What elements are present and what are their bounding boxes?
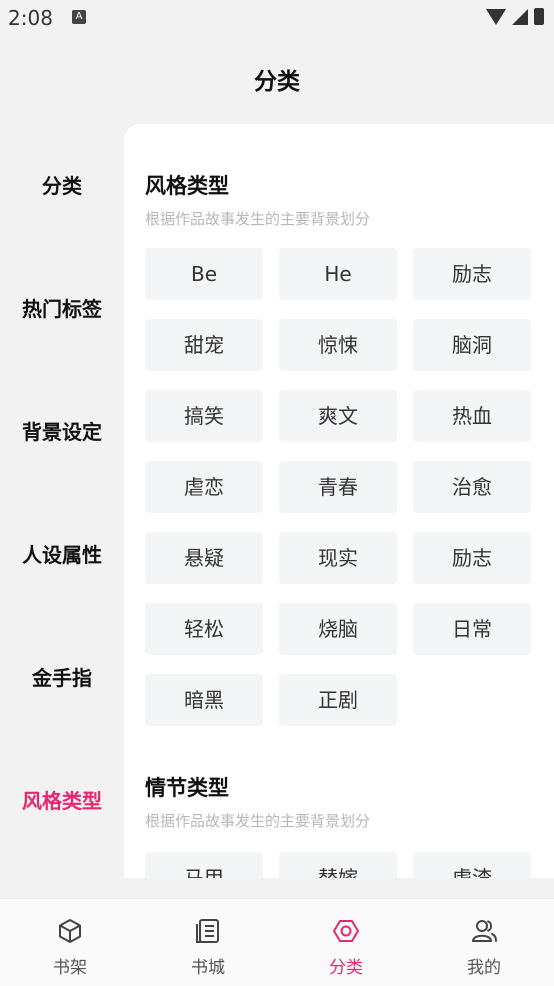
nav-label: 我的	[467, 958, 501, 978]
category-sidebar: 分类 热门标签 背景设定 人设属性 金手指 风格类型	[0, 124, 124, 898]
sidebar-item-golden-finger[interactable]: 金手指	[0, 658, 124, 698]
page-title: 分类	[254, 69, 300, 95]
category-panel: 风格类型 根据作品故事发生的主要背景划分 Be He 励志 甜宠 惊悚 脑洞 搞…	[124, 124, 554, 878]
signal-icon	[512, 8, 528, 25]
tag-button[interactable]: 虐恋	[145, 461, 263, 513]
tag-button[interactable]: 励志	[413, 532, 531, 584]
tag-button[interactable]: 励志	[413, 248, 531, 300]
tag-button[interactable]: 搞笑	[145, 390, 263, 442]
status-time: 2:08	[8, 6, 53, 30]
nav-profile[interactable]: 我的	[424, 899, 544, 986]
nav-label: 书城	[191, 958, 225, 978]
tag-button[interactable]: 烧脑	[279, 603, 397, 655]
sidebar-item-category[interactable]: 分类	[0, 166, 124, 206]
tag-button[interactable]: 爽文	[279, 390, 397, 442]
tag-button[interactable]: 治愈	[413, 461, 531, 513]
section-title: 风格类型	[145, 174, 229, 198]
tag-button[interactable]: 暗黑	[145, 674, 263, 726]
nav-label: 分类	[329, 958, 363, 978]
hexagon-icon	[333, 920, 359, 942]
section-title: 情节类型	[145, 776, 229, 800]
nav-bookshelf[interactable]: 书架	[10, 899, 130, 986]
sidebar-item-style[interactable]: 风格类型	[0, 781, 124, 821]
tag-button[interactable]: 热血	[413, 390, 531, 442]
tag-button[interactable]: 虐渣	[413, 852, 531, 878]
sidebar-item-background[interactable]: 背景设定	[0, 412, 124, 452]
tag-button[interactable]: 惊悚	[279, 319, 397, 371]
tag-button[interactable]: 脑洞	[413, 319, 531, 371]
sidebar-item-character[interactable]: 人设属性	[0, 535, 124, 575]
tag-button[interactable]: He	[279, 248, 397, 300]
section-description: 根据作品故事发生的主要背景划分	[145, 812, 371, 830]
cube-icon	[59, 919, 81, 943]
user-icon	[472, 920, 497, 942]
nav-label: 书架	[53, 958, 87, 978]
bottom-nav: 书架 书城 分类 我的	[0, 898, 554, 986]
tag-button[interactable]: 替嫁	[279, 852, 397, 878]
tag-button[interactable]: 日常	[413, 603, 531, 655]
battery-icon	[534, 8, 544, 25]
tag-button[interactable]: 马甲	[145, 852, 263, 878]
section-description: 根据作品故事发生的主要背景划分	[145, 210, 371, 228]
tag-button[interactable]: 轻松	[145, 603, 263, 655]
tag-button[interactable]: 正剧	[279, 674, 397, 726]
tag-button[interactable]: 现实	[279, 532, 397, 584]
tag-button[interactable]: 甜宠	[145, 319, 263, 371]
tag-button[interactable]: 悬疑	[145, 532, 263, 584]
notification-icon: A	[72, 10, 86, 24]
wifi-icon	[486, 8, 506, 25]
tag-button[interactable]: Be	[145, 248, 263, 300]
nav-bookstore[interactable]: 书城	[148, 899, 268, 986]
status-bar: 2:08 A	[0, 0, 554, 38]
tag-button[interactable]: 青春	[279, 461, 397, 513]
book-icon	[196, 919, 219, 943]
nav-category[interactable]: 分类	[286, 899, 406, 986]
sidebar-item-hot-tags[interactable]: 热门标签	[0, 289, 124, 329]
